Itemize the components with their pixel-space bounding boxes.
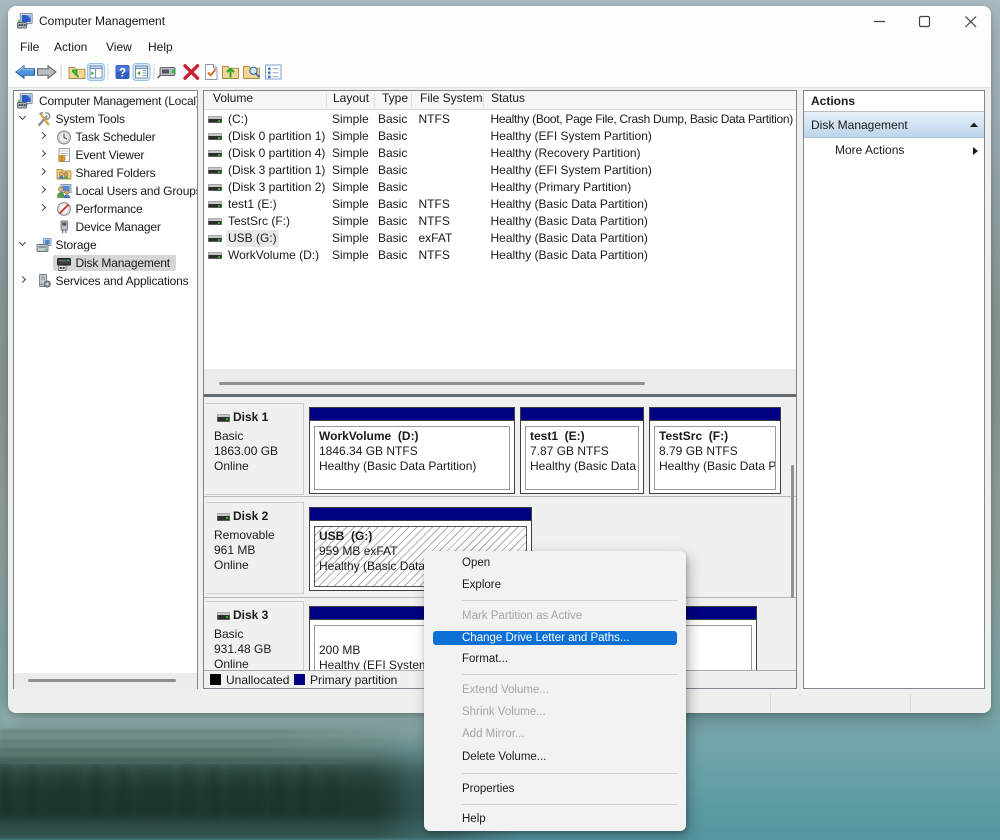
svg-text:?: ?	[119, 67, 126, 79]
